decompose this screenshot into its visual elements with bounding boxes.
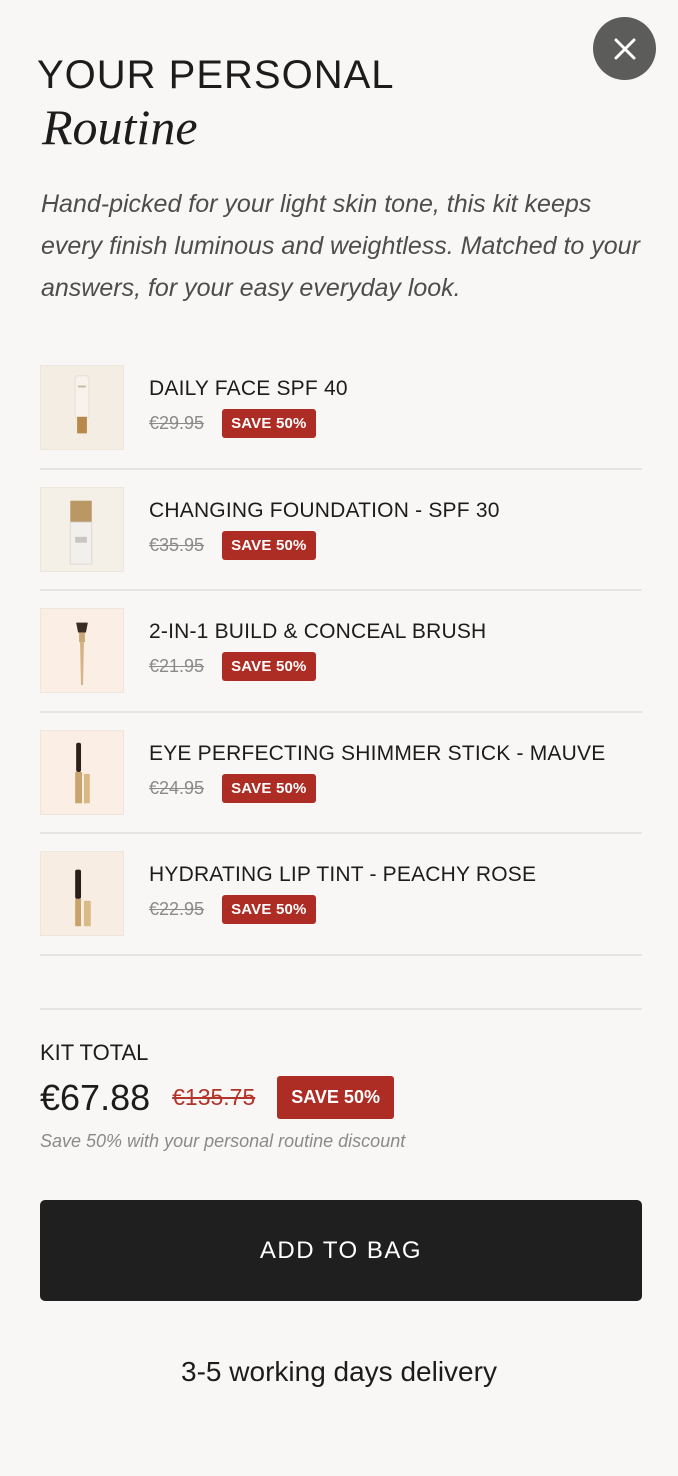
original-price: €21.95	[149, 656, 205, 677]
product-name[interactable]: CHANGING FOUNDATION - SPF 30	[149, 499, 500, 523]
discount-note: Save 50% with your personal routine disc…	[40, 1131, 406, 1151]
kit-price: €67.88	[40, 1076, 151, 1118]
product-thumbnail[interactable]	[40, 729, 124, 815]
foundation-bottle-icon	[69, 500, 93, 565]
save-badge: SAVE 50%	[222, 409, 316, 439]
brush-icon	[76, 622, 88, 686]
product-row[interactable]: CHANGING FOUNDATION - SPF 30 €35.95 SAVE…	[40, 470, 642, 591]
close-button[interactable]	[593, 17, 656, 80]
product-row[interactable]: DAILY FACE SPF 40 €29.95 SAVE 50%	[40, 348, 642, 470]
intro-text: Hand-picked for your light skin tone, th…	[41, 190, 640, 302]
original-price: €22.95	[149, 899, 205, 920]
lip-tint-icon	[75, 869, 91, 927]
original-price: €29.95	[149, 413, 205, 434]
save-badge: SAVE 50%	[222, 530, 316, 560]
product-name[interactable]: EYE PERFECTING SHIMMER STICK - MAUVE	[149, 742, 605, 766]
kit-prices: €67.88 €135.75 SAVE 50%	[40, 1076, 394, 1119]
product-row[interactable]: 2-IN-1 BUILD & CONCEAL BRUSH €21.95 SAVE…	[40, 591, 642, 713]
original-price: €24.95	[149, 777, 205, 798]
add-to-bag-button[interactable]: ADD TO BAG	[40, 1200, 642, 1301]
close-icon	[614, 38, 635, 59]
product-name[interactable]: DAILY FACE SPF 40	[149, 377, 348, 401]
kit-original-price: €135.75	[172, 1084, 256, 1110]
kit-save-badge: SAVE 50%	[277, 1076, 394, 1119]
product-name[interactable]: HYDRATING LIP TINT - PEACHY ROSE	[149, 863, 536, 887]
delivery-info: 3-5 working days delivery	[181, 1356, 497, 1387]
divider	[40, 1008, 642, 1010]
product-name[interactable]: 2-IN-1 BUILD & CONCEAL BRUSH	[149, 620, 486, 644]
save-badge: SAVE 50%	[222, 895, 316, 925]
save-badge: SAVE 50%	[222, 652, 316, 682]
title-line-2: Routine	[42, 99, 198, 155]
product-thumbnail[interactable]	[40, 365, 124, 451]
title-line-1: YOUR PERSONAL	[37, 53, 395, 97]
save-badge: SAVE 50%	[222, 773, 316, 803]
kit-total-label: KIT TOTAL	[40, 1040, 149, 1065]
product-thumbnail[interactable]	[40, 486, 124, 572]
product-thumbnail[interactable]	[40, 608, 124, 694]
shimmer-stick-icon	[75, 742, 90, 803]
product-thumbnail[interactable]	[40, 851, 124, 937]
sunscreen-tube-icon	[74, 375, 90, 434]
original-price: €35.95	[149, 534, 205, 555]
product-list: DAILY FACE SPF 40 €29.95 SAVE 50% CHANGI…	[40, 348, 642, 956]
product-row[interactable]: EYE PERFECTING SHIMMER STICK - MAUVE €24…	[40, 713, 642, 834]
product-row[interactable]: HYDRATING LIP TINT - PEACHY ROSE €22.95 …	[40, 834, 642, 956]
